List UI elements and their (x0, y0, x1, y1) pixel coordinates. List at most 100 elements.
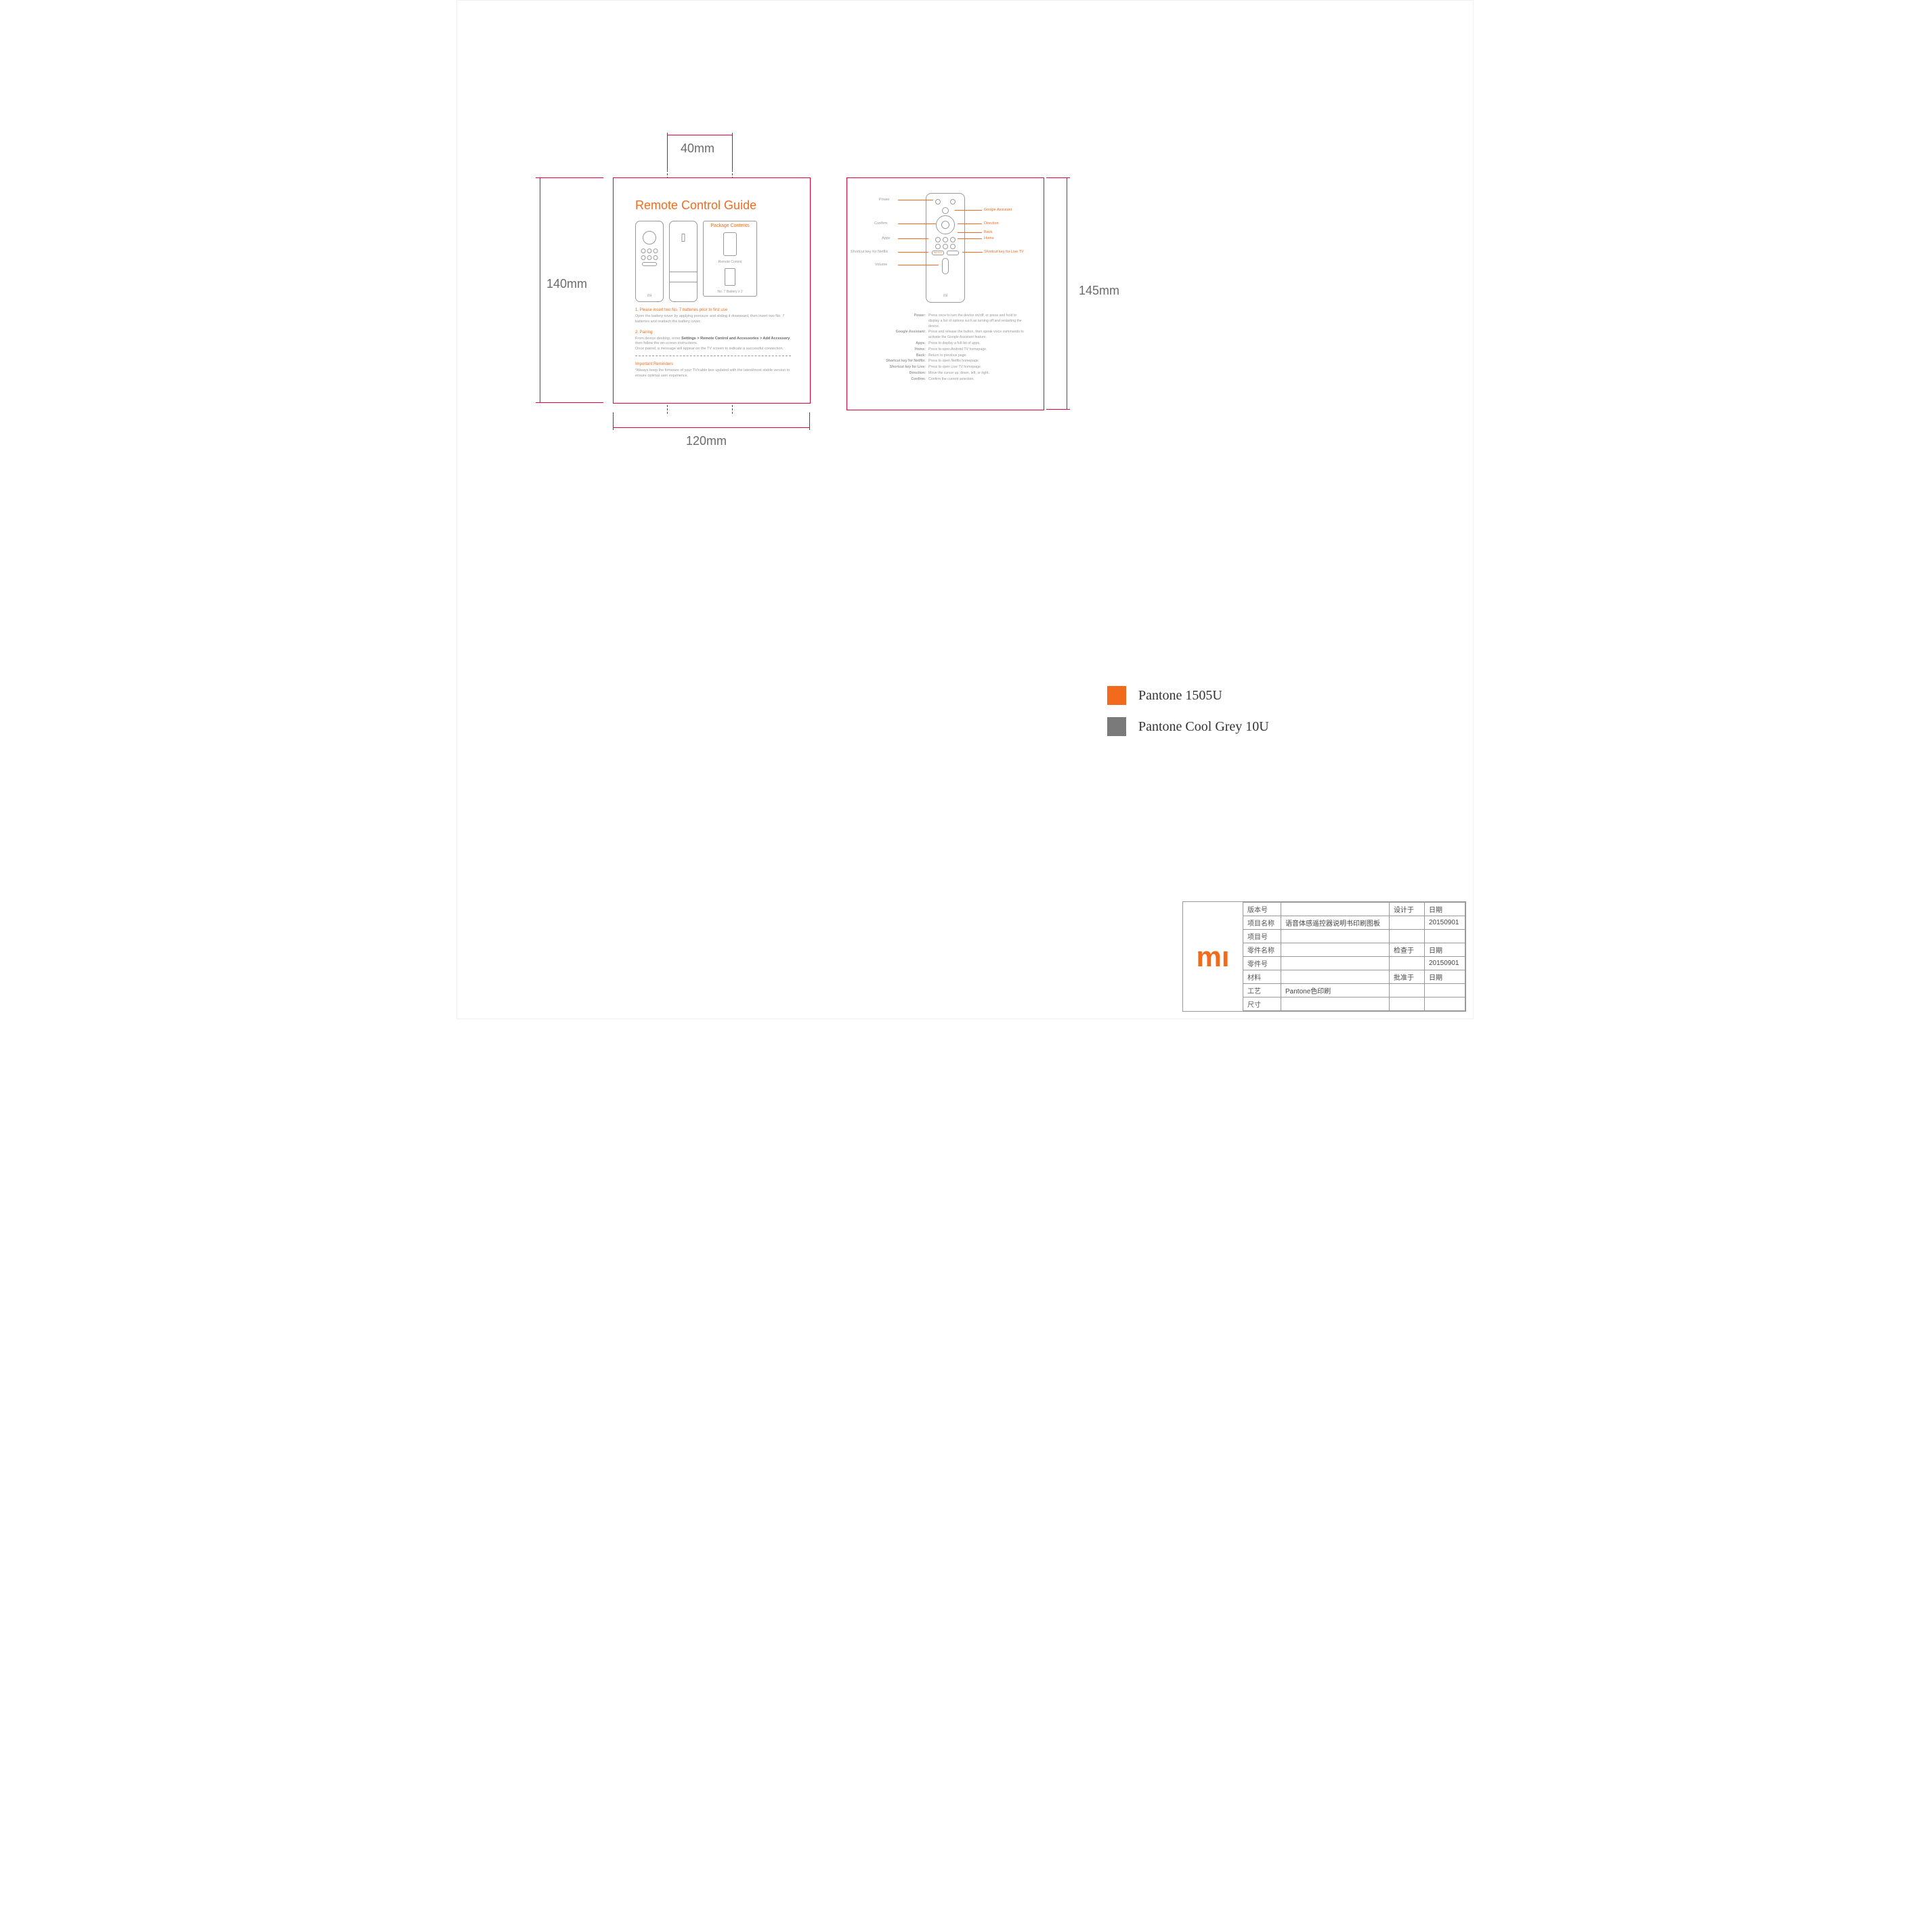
button-descriptions: Power:Press once to turn the device on/o… (863, 314, 1027, 383)
leader (898, 223, 936, 224)
table-cell: 批准于 (1390, 970, 1425, 984)
label-live: Shortcut key for Live TV (984, 250, 1024, 254)
leader (898, 252, 928, 253)
page-back: NETFLIX mi Power Google Assistant Confir… (846, 177, 1044, 410)
desc-val: Press to open Android TV homepage. (928, 347, 1027, 353)
table-cell (1390, 997, 1425, 1011)
desc-key: Back: (863, 353, 926, 359)
section3-body: *Always keep the firmware of your TV/cab… (635, 368, 791, 379)
label-netflix: Shortcut key for Netflix (851, 250, 888, 254)
dim-120mm: 120mm (686, 434, 727, 448)
table-row: 尺寸 (1243, 997, 1465, 1011)
swatch-orange-box (1107, 686, 1126, 705)
table-cell: 20150901 (1425, 957, 1465, 970)
table-cell: 工艺 (1243, 984, 1281, 997)
section3-heading: Important Reminders (635, 362, 791, 367)
label-home: Home (984, 236, 994, 240)
dim-140mm: 140mm (546, 277, 587, 291)
table-cell: 材料 (1243, 970, 1281, 984)
desc-val: Press once to turn the device on/off, or… (928, 314, 1027, 329)
leader (958, 238, 982, 239)
desc-key: Power: (863, 314, 926, 329)
desc-key: Google Assistant: (863, 330, 926, 341)
table-cell: 零件号 (1243, 957, 1281, 970)
label-google: Google Assistant (984, 208, 1012, 212)
table-cell (1281, 957, 1390, 970)
swatch-orange: Pantone 1505U (1107, 686, 1222, 705)
desc-row: Power:Press once to turn the device on/o… (863, 314, 1027, 329)
swatch-grey-label: Pantone Cool Grey 10U (1138, 719, 1269, 735)
dim-tick (536, 177, 603, 178)
table-cell: 20150901 (1425, 916, 1465, 930)
page-title: Remote Control Guide (635, 198, 810, 213)
section2-body: From device desktop, enter Settings > Re… (635, 337, 791, 351)
dim-line (613, 427, 809, 428)
leader (898, 238, 928, 239)
dim-tick (809, 412, 810, 430)
table-row: 零件号 20150901 (1243, 957, 1465, 970)
desc-row: Shortcut key for Netflix:Press to open N… (863, 359, 1027, 364)
table-row: 项目号 (1243, 930, 1465, 943)
label-apps: Apps (882, 236, 891, 240)
desc-key: Confirm: (863, 377, 926, 383)
label-direction: Direction (984, 221, 999, 226)
table-row: 工艺Pantone色印刷 (1243, 984, 1465, 997)
title-block-table: 版本号设计于日期项目名称语音体感遥控器说明书印刷图板20150901项目号零件名… (1243, 902, 1465, 1011)
table-row: 材料批准于日期 (1243, 970, 1465, 984)
desc-key: Shortcut key for Netflix: (863, 359, 926, 364)
desc-key: Direction: (863, 371, 926, 377)
volume-rocker-icon (942, 258, 949, 274)
section-batteries: 1. Please insert two No. 7 batteries pri… (635, 307, 791, 324)
desc-row: Direction:Move the cursor up, down, left… (863, 371, 1027, 377)
leader (958, 232, 982, 233)
desc-row: Home:Press to open Android TV homepage. (863, 347, 1027, 353)
remote-back-drawing (669, 221, 698, 302)
leader (955, 210, 982, 211)
swatch-grey-box (1107, 717, 1126, 736)
table-cell (1425, 984, 1465, 997)
desc-key: Home: (863, 347, 926, 353)
desc-row: Back:Return to previous page. (863, 353, 1027, 359)
package-contents-box: Package Contents Remote Control No. 7 Ba… (703, 221, 757, 297)
table-cell: 项目名称 (1243, 916, 1281, 930)
desc-val: Press to display a full list of apps. (928, 341, 1027, 347)
table-cell (1281, 943, 1390, 957)
desc-key: Shortcut key for Live: (863, 365, 926, 370)
section-pairing: 2. Pairing From device desktop, enter Se… (635, 330, 791, 351)
dim-tick (536, 402, 603, 403)
table-cell (1281, 997, 1390, 1011)
table-cell: 检查于 (1390, 943, 1425, 957)
netflix-button-icon: NETFLIX (932, 251, 944, 255)
table-cell: 设计于 (1390, 903, 1425, 916)
package-battery-icon (725, 268, 735, 286)
dim-40mm: 40mm (681, 142, 714, 156)
mi-logo-text: mi (943, 294, 947, 298)
desc-row: Shortcut key for Live:Press to open Live… (863, 365, 1027, 370)
table-cell: Pantone色印刷 (1281, 984, 1390, 997)
package-battery-label: No. 7 Battery x 2 (717, 290, 742, 294)
dim-145mm: 145mm (1079, 284, 1119, 298)
table-cell: 日期 (1425, 943, 1465, 957)
section-reminders: Important Reminders *Always keep the fir… (635, 362, 791, 379)
button-diagram: NETFLIX mi Power Google Assistant Confir… (847, 185, 1044, 307)
page-front: Remote Control Guide mi Package Contents… (613, 177, 811, 404)
table-row: 版本号设计于日期 (1243, 903, 1465, 916)
illustration-row: mi Package Contents Remote Control No. 7… (635, 221, 810, 302)
table-cell (1425, 997, 1465, 1011)
dim-tick (732, 133, 733, 170)
table-cell (1390, 984, 1425, 997)
artboard: 40mm 140mm 145mm 120mm Remote Control Gu… (456, 0, 1474, 1019)
mi-logo-icon: mı (1196, 941, 1229, 973)
live-button-icon (947, 251, 959, 255)
table-cell (1390, 957, 1425, 970)
table-cell (1281, 930, 1390, 943)
desc-key: Apps: (863, 341, 926, 347)
table-cell (1425, 930, 1465, 943)
title-block: mı 版本号设计于日期项目名称语音体感遥控器说明书印刷图板20150901项目号… (1182, 901, 1466, 1012)
table-cell: 项目号 (1243, 930, 1281, 943)
label-confirm: Confirm (874, 221, 887, 226)
dim-tick (1046, 409, 1070, 410)
dim-tick (667, 133, 668, 170)
desc-row: Google Assistant:Press and release the b… (863, 330, 1027, 341)
table-cell (1390, 930, 1425, 943)
